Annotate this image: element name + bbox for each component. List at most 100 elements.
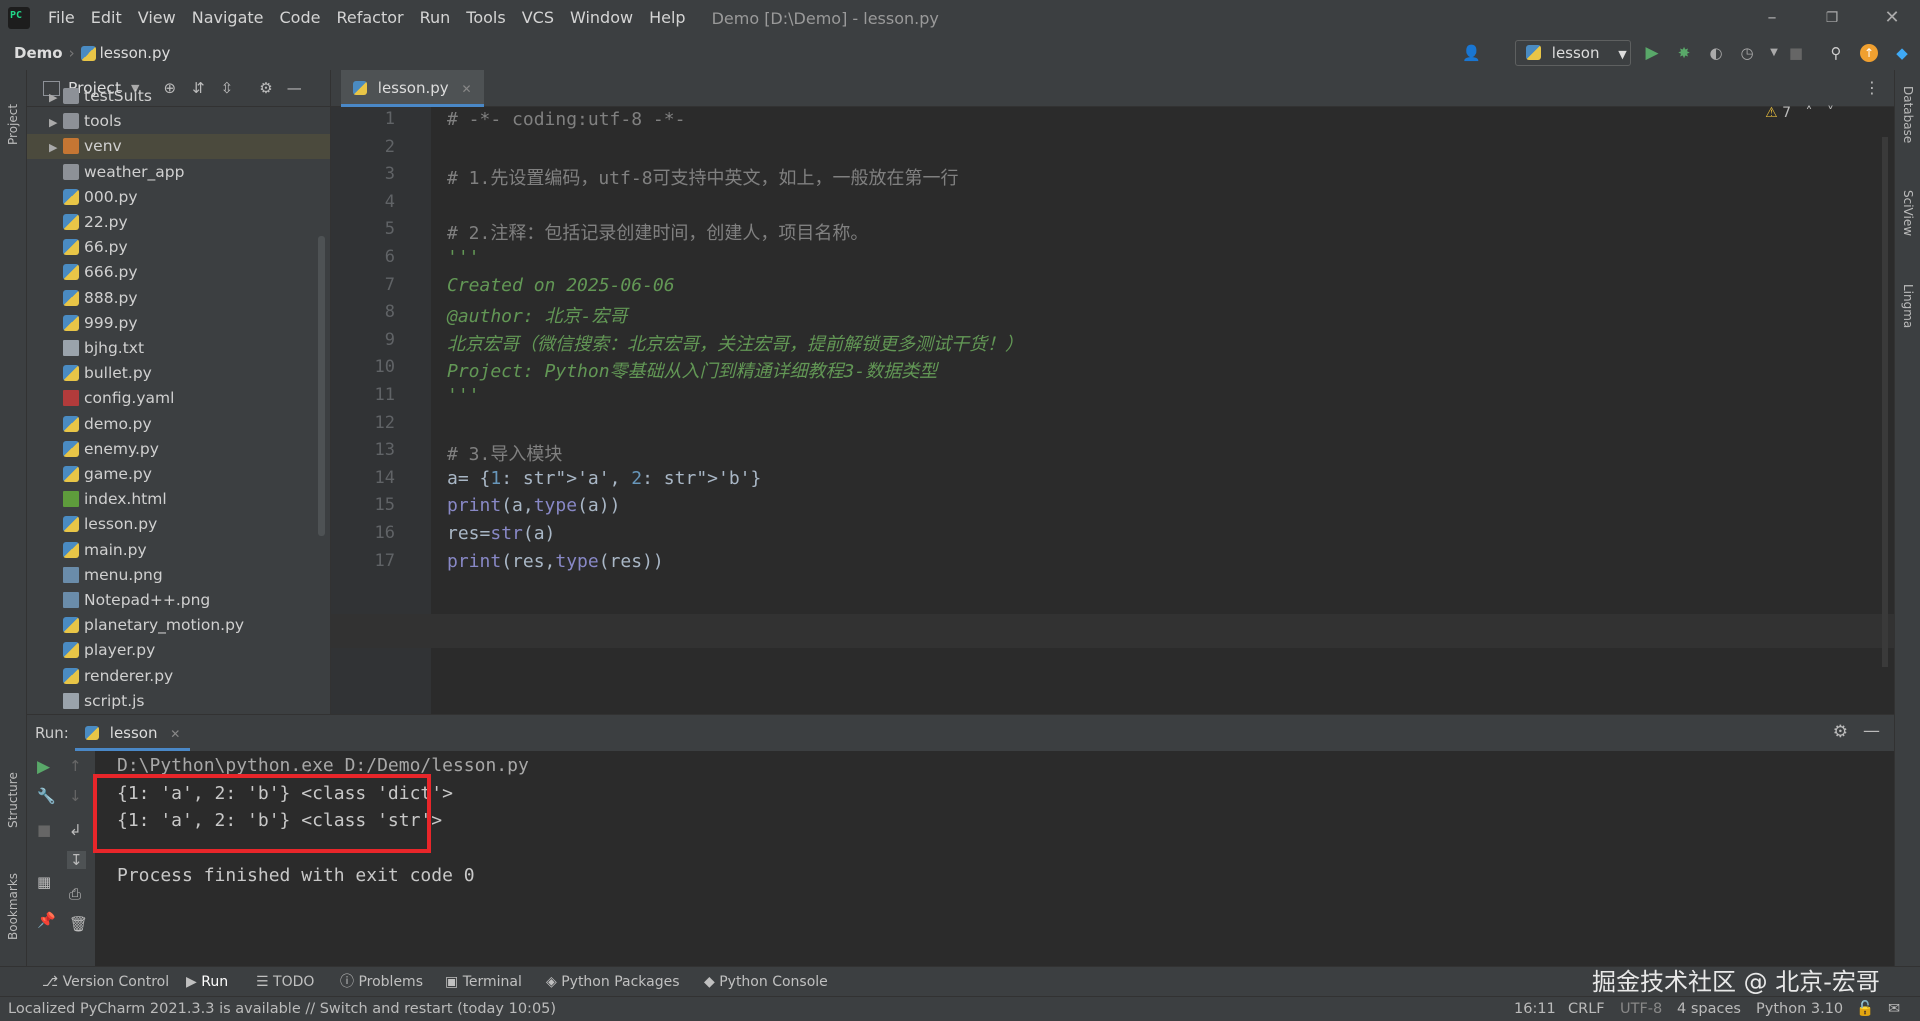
- tree-item[interactable]: planetary_motion.py: [63, 613, 244, 638]
- code-line[interactable]: print(res,type(res)): [447, 551, 664, 572]
- scroll-to-end-icon[interactable]: ↧: [67, 851, 86, 869]
- tree-item[interactable]: 22.py: [63, 210, 128, 235]
- caret-position[interactable]: 16:11: [1514, 997, 1556, 1021]
- project-scrollbar[interactable]: [318, 236, 325, 536]
- tree-item[interactable]: game.py: [63, 462, 152, 487]
- code-line[interactable]: @author: 北京-宏哥: [447, 302, 627, 328]
- sciview-tool-tab[interactable]: SciView: [1901, 190, 1915, 270]
- tab-lesson-py[interactable]: lesson.py ✕: [341, 70, 484, 107]
- tree-item[interactable]: config.yaml: [63, 386, 174, 411]
- tree-item[interactable]: demo.py: [63, 412, 152, 437]
- code-line[interactable]: # 1.先设置编码，utf-8可支持中英文，如上，一般放在第一行: [447, 164, 959, 190]
- code-line[interactable]: ''': [447, 247, 480, 268]
- code-line[interactable]: print(a,type(a)): [447, 495, 620, 516]
- menu-item-code[interactable]: Code: [272, 0, 329, 36]
- tree-item[interactable]: 000.py: [63, 185, 138, 210]
- breadcrumb-file[interactable]: lesson.py: [100, 44, 171, 62]
- stop-icon[interactable]: ■: [1787, 44, 1805, 62]
- minimize-icon[interactable]: –: [1744, 0, 1800, 36]
- code-line[interactable]: # 2.注释：包括记录创建时间，创建人，项目名称。: [447, 219, 868, 245]
- close-icon[interactable]: ✕: [1864, 0, 1920, 36]
- breadcrumb-project[interactable]: Demo: [14, 44, 63, 62]
- tree-item[interactable]: renderer.py: [63, 664, 173, 689]
- chevron-down-icon[interactable]: ▼: [1765, 44, 1783, 62]
- tree-item[interactable]: enemy.py: [63, 437, 159, 462]
- code-line[interactable]: Created on 2025-06-06: [447, 275, 675, 296]
- menu-item-edit[interactable]: Edit: [83, 0, 130, 36]
- bottom-tool-version-control[interactable]: ⎇ Version Control: [42, 967, 169, 997]
- run-icon[interactable]: ▶: [1643, 44, 1661, 62]
- close-tab-icon[interactable]: ✕: [170, 727, 180, 741]
- code-line[interactable]: res=str(a): [447, 523, 555, 544]
- print-icon[interactable]: ⎙: [69, 885, 81, 903]
- tree-item[interactable]: index.html: [63, 487, 167, 512]
- tree-item[interactable]: weather_app: [63, 160, 184, 185]
- chevron-right-icon[interactable]: ▶: [49, 110, 63, 135]
- status-message[interactable]: Localized PyCharm 2021.3.3 is available …: [8, 997, 556, 1021]
- tree-item[interactable]: 66.py: [63, 235, 128, 260]
- code-line[interactable]: ''': [447, 385, 480, 406]
- indent-setting[interactable]: 4 spaces: [1677, 997, 1741, 1021]
- restore-icon[interactable]: ❐: [1804, 0, 1860, 36]
- bottom-tool-problems[interactable]: ⓘ Problems: [340, 967, 423, 997]
- bottom-tool-todo[interactable]: ☰ TODO: [256, 967, 314, 997]
- trash-icon[interactable]: 🗑: [69, 915, 88, 933]
- code-editor[interactable]: 1 2 3 4 5 6 7 8 9 10 11 12 13 14 15 16 17 # -*- coding:u…: [331, 105, 1894, 714]
- user-icon[interactable]: 👤: [1462, 44, 1481, 62]
- gear-icon[interactable]: ⚙: [259, 79, 272, 97]
- chevron-right-icon[interactable]: ▶: [49, 85, 63, 110]
- hide-panel-icon[interactable]: —: [1863, 721, 1880, 741]
- code-line[interactable]: 北京宏哥（微信搜索：北京宏哥，关注宏哥，提前解锁更多测试干货！）: [447, 330, 1023, 356]
- code-line[interactable]: # -*- coding:utf-8 -*-: [447, 109, 685, 130]
- menu-item-refactor[interactable]: Refactor: [328, 0, 411, 36]
- tree-item[interactable]: player.py: [63, 638, 155, 663]
- update-icon[interactable]: ↑: [1860, 44, 1878, 62]
- tree-item[interactable]: Notepad++.png: [63, 588, 210, 613]
- chevron-down-icon[interactable]: ˅: [1827, 105, 1834, 121]
- menu-item-vcs[interactable]: VCS: [514, 0, 562, 36]
- tree-item[interactable]: 999.py: [63, 311, 138, 336]
- wrench-icon[interactable]: 🔧: [37, 787, 56, 805]
- scroll-down-icon[interactable]: ↓: [69, 787, 82, 805]
- editor-scrollbar[interactable]: [1882, 137, 1888, 667]
- locate-icon[interactable]: ⊕: [164, 79, 177, 97]
- code-line[interactable]: Project: Python零基础从入门到精通详细教程3-数据类型: [447, 357, 937, 383]
- file-encoding[interactable]: UTF-8: [1620, 997, 1662, 1021]
- menu-item-tools[interactable]: Tools: [458, 0, 513, 36]
- run-configuration-select[interactable]: lesson ▼: [1515, 40, 1631, 66]
- tree-item[interactable]: bullet.py: [63, 361, 152, 386]
- plugin-icon[interactable]: ◆: [1893, 44, 1911, 62]
- collapse-all-icon[interactable]: ⇳: [221, 79, 234, 97]
- bottom-tool-terminal[interactable]: ▣ Terminal: [445, 967, 522, 997]
- stop-icon[interactable]: ■: [37, 821, 51, 839]
- coverage-icon[interactable]: ◐: [1707, 44, 1725, 62]
- tree-item[interactable]: ▶ testSuits: [49, 84, 152, 109]
- scroll-up-icon[interactable]: ↑: [69, 757, 82, 775]
- project-tool-tab[interactable]: Project: [6, 80, 20, 145]
- chevron-up-icon[interactable]: ˄: [1806, 105, 1813, 121]
- tree-item[interactable]: script.js: [63, 689, 145, 714]
- layout-icon[interactable]: ▦: [37, 873, 51, 891]
- menu-item-window[interactable]: Window: [562, 0, 641, 36]
- bookmarks-tool-tab[interactable]: Bookmarks: [6, 860, 20, 940]
- tree-item[interactable]: ▶ venv: [27, 134, 330, 160]
- database-tool-tab[interactable]: Database: [1901, 86, 1915, 166]
- menu-item-file[interactable]: File: [40, 0, 83, 36]
- hide-panel-icon[interactable]: —: [287, 79, 302, 97]
- rerun-icon[interactable]: ▶: [37, 757, 50, 777]
- code-line[interactable]: # 3.导入模块: [447, 440, 562, 466]
- run-tab-lesson[interactable]: lesson ✕: [75, 715, 191, 751]
- line-separator[interactable]: CRLF: [1568, 997, 1605, 1021]
- lock-icon[interactable]: 🔓: [1856, 997, 1874, 1021]
- bottom-tool-python-packages[interactable]: ◈ Python Packages: [546, 967, 680, 997]
- pin-icon[interactable]: 📌: [37, 911, 56, 929]
- search-icon[interactable]: ⚲: [1827, 44, 1845, 62]
- close-tab-icon[interactable]: ✕: [461, 82, 471, 96]
- menu-item-view[interactable]: View: [130, 0, 184, 36]
- bottom-tool-python-console[interactable]: ◆ Python Console: [704, 967, 828, 997]
- more-options-icon[interactable]: ⋮: [1864, 78, 1880, 97]
- run-console[interactable]: ▶ ↑ 🔧 ↓ ■ ↲ ↧ ▦ ⎙ 📌 🗑 D:\Python\python.e…: [27, 751, 1894, 966]
- gear-icon[interactable]: ⚙: [1833, 722, 1848, 742]
- code-line[interactable]: a= {1: str">'a', 2: str">'b'}: [447, 468, 761, 489]
- expand-all-icon[interactable]: ⇵: [192, 79, 205, 97]
